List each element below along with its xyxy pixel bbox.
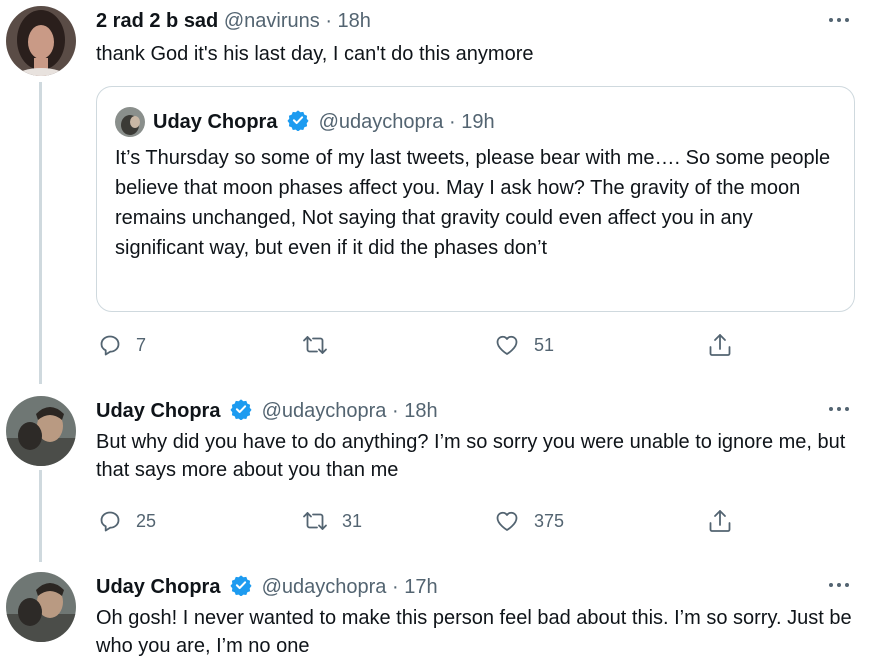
display-name[interactable]: Uday Chopra [96,400,220,422]
avatar[interactable] [6,396,76,466]
timestamp[interactable]: 17h [404,576,437,598]
tweet-text: thank God it's his last day, I can't do … [96,43,534,65]
more-icon[interactable] [827,8,851,32]
like-button[interactable]: 51 [494,333,554,357]
display-name: Uday Chopra [153,111,278,133]
user-handle[interactable]: @udaychopra [262,400,387,422]
separator: · [391,400,399,422]
share-button[interactable] [707,508,733,534]
share-icon [709,510,731,532]
heart-icon [496,511,518,531]
timestamp[interactable]: 18h [338,10,371,32]
share-button[interactable] [707,332,733,358]
reply-button[interactable]: 25 [98,509,156,533]
tweet[interactable]: 2 rad 2 b sad @naviruns · 18h thank God … [0,0,879,384]
tweet-header: 2 rad 2 b sad @naviruns · 18h [96,9,371,33]
retweet-count: 31 [342,510,363,531]
avatar[interactable] [6,572,76,642]
reply-count: 25 [136,510,157,531]
user-handle: @udaychopra [318,111,444,133]
timestamp: 19h [461,111,495,133]
more-icon[interactable] [827,573,851,597]
retweet-icon [303,512,327,530]
like-button[interactable]: 375 [494,509,564,533]
share-icon [709,334,731,356]
user-handle[interactable]: @naviruns [224,10,320,32]
avatar[interactable] [6,6,76,76]
like-count: 51 [534,334,555,355]
like-count: 375 [534,510,565,531]
display-name[interactable]: 2 rad 2 b sad [96,10,218,32]
retweet-icon [303,336,327,354]
separator: · [325,10,332,32]
timestamp[interactable]: 18h [404,400,437,422]
verified-badge-icon [287,110,309,131]
reply-icon [100,335,120,356]
tweet-text: But why did you have to do anything? I’m… [96,431,846,481]
quote-text: It’s Thursday so some of my last tweets,… [115,147,831,259]
retweet-button[interactable] [302,333,342,357]
reply-count: 7 [136,334,147,355]
retweet-button[interactable]: 31 [302,509,362,533]
reply-icon [100,511,120,532]
separator: · [391,576,399,598]
user-handle[interactable]: @udaychopra [262,576,387,598]
quoted-tweet[interactable]: Uday Chopra @udaychopra · 19h It’s Thurs… [96,86,855,312]
verified-badge-icon [230,399,252,420]
quote-header: Uday Chopra @udaychopra · 19h [153,109,495,134]
verified-badge-icon [230,575,252,596]
tweet[interactable]: Uday Chopra @udaychopra · 17h Oh gosh! I… [0,560,879,672]
display-name[interactable]: Uday Chopra [96,576,220,598]
tweet-header: Uday Chopra @udaychopra · 18h [96,398,438,423]
tweet-header: Uday Chopra @udaychopra · 17h [96,574,438,599]
separator: · [448,111,456,133]
reply-button[interactable]: 7 [98,333,146,357]
tweet-text: Oh gosh! I never wanted to make this per… [96,607,852,657]
more-icon[interactable] [827,397,851,421]
avatar [115,107,145,137]
tweet[interactable]: Uday Chopra @udaychopra · 18h But why di… [0,384,879,560]
heart-icon [496,335,518,355]
